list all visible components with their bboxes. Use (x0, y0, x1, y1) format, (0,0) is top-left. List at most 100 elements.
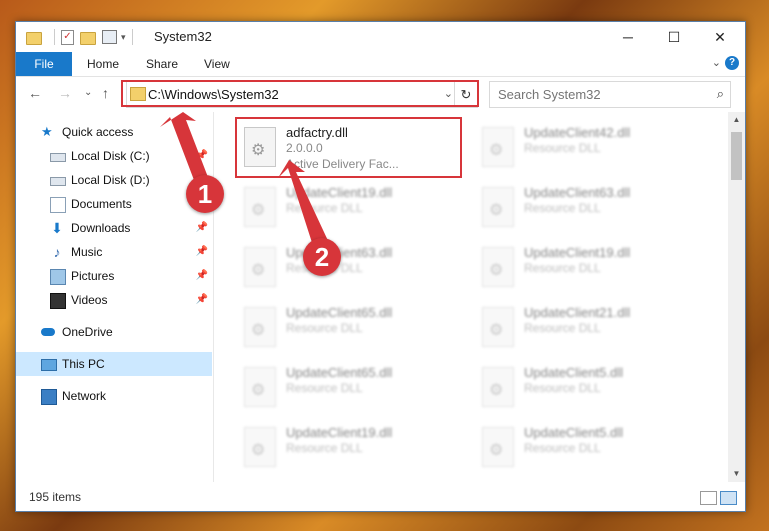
details-view-icon[interactable] (700, 491, 717, 505)
sidebar-item-music[interactable]: ♪ Music 📌 (16, 240, 212, 264)
pin-icon[interactable]: 📌 (196, 216, 208, 240)
sidebar-item-this-pc[interactable]: This PC (16, 352, 212, 376)
file-item[interactable]: ⚙ UpdateClient19.dll Resource DLL (476, 238, 706, 296)
file-explorer-window: ✓ ▾ System32 ─ ☐ ✕ File Home Share View … (15, 21, 746, 512)
videos-icon (50, 293, 66, 309)
customize-icon[interactable] (102, 30, 117, 44)
item-count: 195 items (29, 490, 82, 504)
sidebar-item-local-disk-d[interactable]: Local Disk (D:) (16, 168, 212, 192)
vertical-scrollbar[interactable]: ▲ ▼ (728, 112, 745, 482)
pin-icon[interactable]: 📌 (196, 144, 208, 168)
file-item[interactable]: ⚙ UpdateClient19.dll Resource DLL (238, 418, 468, 476)
sidebar-item-network[interactable]: Network (16, 384, 212, 408)
search-icon: ⌕ (716, 86, 724, 101)
sidebar-item-local-disk-c[interactable]: Local Disk (C:) 📌 (16, 144, 212, 168)
file-type: Resource DLL (524, 321, 601, 335)
sidebar-item-downloads[interactable]: ⬇ Downloads 📌 (16, 216, 212, 240)
tab-home[interactable]: Home (87, 52, 119, 76)
status-bar: 195 items (16, 483, 745, 511)
sidebar-item-label: Pictures (71, 269, 115, 283)
minimize-button[interactable]: ─ (605, 22, 651, 52)
file-item[interactable]: ⚙ UpdateClient42.dll Resource DLL (476, 118, 706, 176)
file-item[interactable]: ⚙ UpdateClient19.dll Resource DLL (238, 178, 468, 236)
maximize-button[interactable]: ☐ (651, 22, 697, 52)
sidebar-item-label: Network (62, 389, 107, 403)
tab-view[interactable]: View (204, 52, 230, 76)
forward-button[interactable]: → (58, 85, 72, 101)
quick-access-toolbar: ✓ ▾ (26, 29, 139, 45)
sidebar-item-quick-access[interactable]: ★ Quick access (16, 120, 212, 144)
dll-file-icon: ⚙ (482, 127, 514, 167)
file-highlight-box (235, 117, 462, 178)
dll-file-icon: ⚙ (482, 427, 514, 467)
this-pc-icon (41, 359, 57, 371)
window-title: System32 (154, 29, 212, 44)
ribbon-expand-icon[interactable]: ⌄ (712, 56, 721, 69)
file-type: Resource DLL (286, 381, 363, 395)
back-button[interactable]: ← (28, 85, 42, 101)
file-item[interactable]: ⚙ UpdateClient5.dll Resource DLL (476, 358, 706, 416)
music-icon: ♪ (53, 244, 61, 260)
file-name: UpdateClient19.dll (286, 425, 393, 440)
file-type: Resource DLL (286, 441, 363, 455)
search-input[interactable] (496, 86, 700, 103)
file-type: Resource DLL (286, 201, 363, 215)
large-icons-view-icon[interactable] (720, 491, 737, 505)
new-folder-icon[interactable] (80, 31, 96, 45)
navigation-pane: ★ Quick access Local Disk (C:) 📌 Local D… (16, 112, 212, 482)
sidebar-item-onedrive[interactable]: OneDrive (16, 320, 212, 344)
dll-file-icon: ⚙ (244, 307, 276, 347)
recent-locations-button[interactable]: ⌄ (84, 87, 92, 98)
tab-share[interactable]: Share (146, 52, 178, 76)
scroll-thumb[interactable] (731, 132, 742, 180)
sidebar-item-label: Local Disk (D:) (71, 173, 150, 187)
sidebar-item-label: Quick access (62, 125, 134, 139)
toolbar-separator (131, 29, 133, 45)
file-item[interactable]: ⚙ UpdateClient63.dll Resource DLL (238, 238, 468, 296)
file-item[interactable]: ⚙ UpdateClient65.dll Resource DLL (238, 298, 468, 356)
ribbon-tabs: File Home Share View ⌄ ? (16, 52, 745, 77)
sidebar-item-videos[interactable]: Videos 📌 (16, 288, 212, 312)
sidebar-item-label: Videos (71, 293, 108, 307)
pin-icon[interactable]: 📌 (196, 288, 208, 312)
file-name: UpdateClient19.dll (524, 245, 631, 260)
file-item[interactable]: ⚙ UpdateClient21.dll Resource DLL (476, 298, 706, 356)
help-icon[interactable]: ? (725, 56, 739, 70)
drive-icon (50, 153, 66, 162)
up-button[interactable]: ↑ (102, 85, 109, 101)
file-name: UpdateClient5.dll (524, 425, 624, 440)
toolbar-separator (54, 29, 55, 45)
search-box[interactable]: ⌕ (489, 81, 731, 108)
folder-icon[interactable] (26, 31, 42, 45)
file-type: Resource DLL (524, 261, 601, 275)
pin-icon[interactable]: 📌 (196, 264, 208, 288)
sidebar-item-pictures[interactable]: Pictures 📌 (16, 264, 212, 288)
sidebar-item-label: Local Disk (C:) (71, 149, 150, 163)
sidebar-item-documents[interactable]: Documents 📌 (16, 192, 212, 216)
sidebar-item-label: OneDrive (62, 325, 113, 339)
step-2-badge: 2 (303, 238, 341, 276)
scroll-up-icon[interactable]: ▲ (728, 112, 745, 128)
sidebar-item-label: Documents (71, 197, 132, 211)
file-name: UpdateClient65.dll (286, 305, 393, 320)
dll-file-icon: ⚙ (482, 187, 514, 227)
file-item[interactable]: ⚙ UpdateClient5.dll Resource DLL (476, 418, 706, 476)
customize-dropdown-icon[interactable]: ▾ (121, 32, 126, 43)
dll-file-icon: ⚙ (244, 427, 276, 467)
pictures-icon (50, 269, 66, 285)
sidebar-item-label: This PC (62, 357, 105, 371)
address-highlight-box (121, 80, 479, 107)
pin-icon[interactable]: 📌 (196, 240, 208, 264)
file-type: Resource DLL (524, 201, 601, 215)
dll-file-icon: ⚙ (482, 247, 514, 287)
close-button[interactable]: ✕ (697, 22, 743, 52)
file-name: UpdateClient65.dll (286, 365, 393, 380)
tab-file[interactable]: File (16, 52, 72, 76)
file-type: Resource DLL (524, 441, 601, 455)
scroll-down-icon[interactable]: ▼ (728, 466, 745, 482)
file-type: Resource DLL (524, 141, 601, 155)
onedrive-icon (41, 328, 55, 336)
file-item[interactable]: ⚙ UpdateClient63.dll Resource DLL (476, 178, 706, 236)
file-item[interactable]: ⚙ UpdateClient65.dll Resource DLL (238, 358, 468, 416)
properties-check-icon[interactable]: ✓ (61, 29, 74, 45)
